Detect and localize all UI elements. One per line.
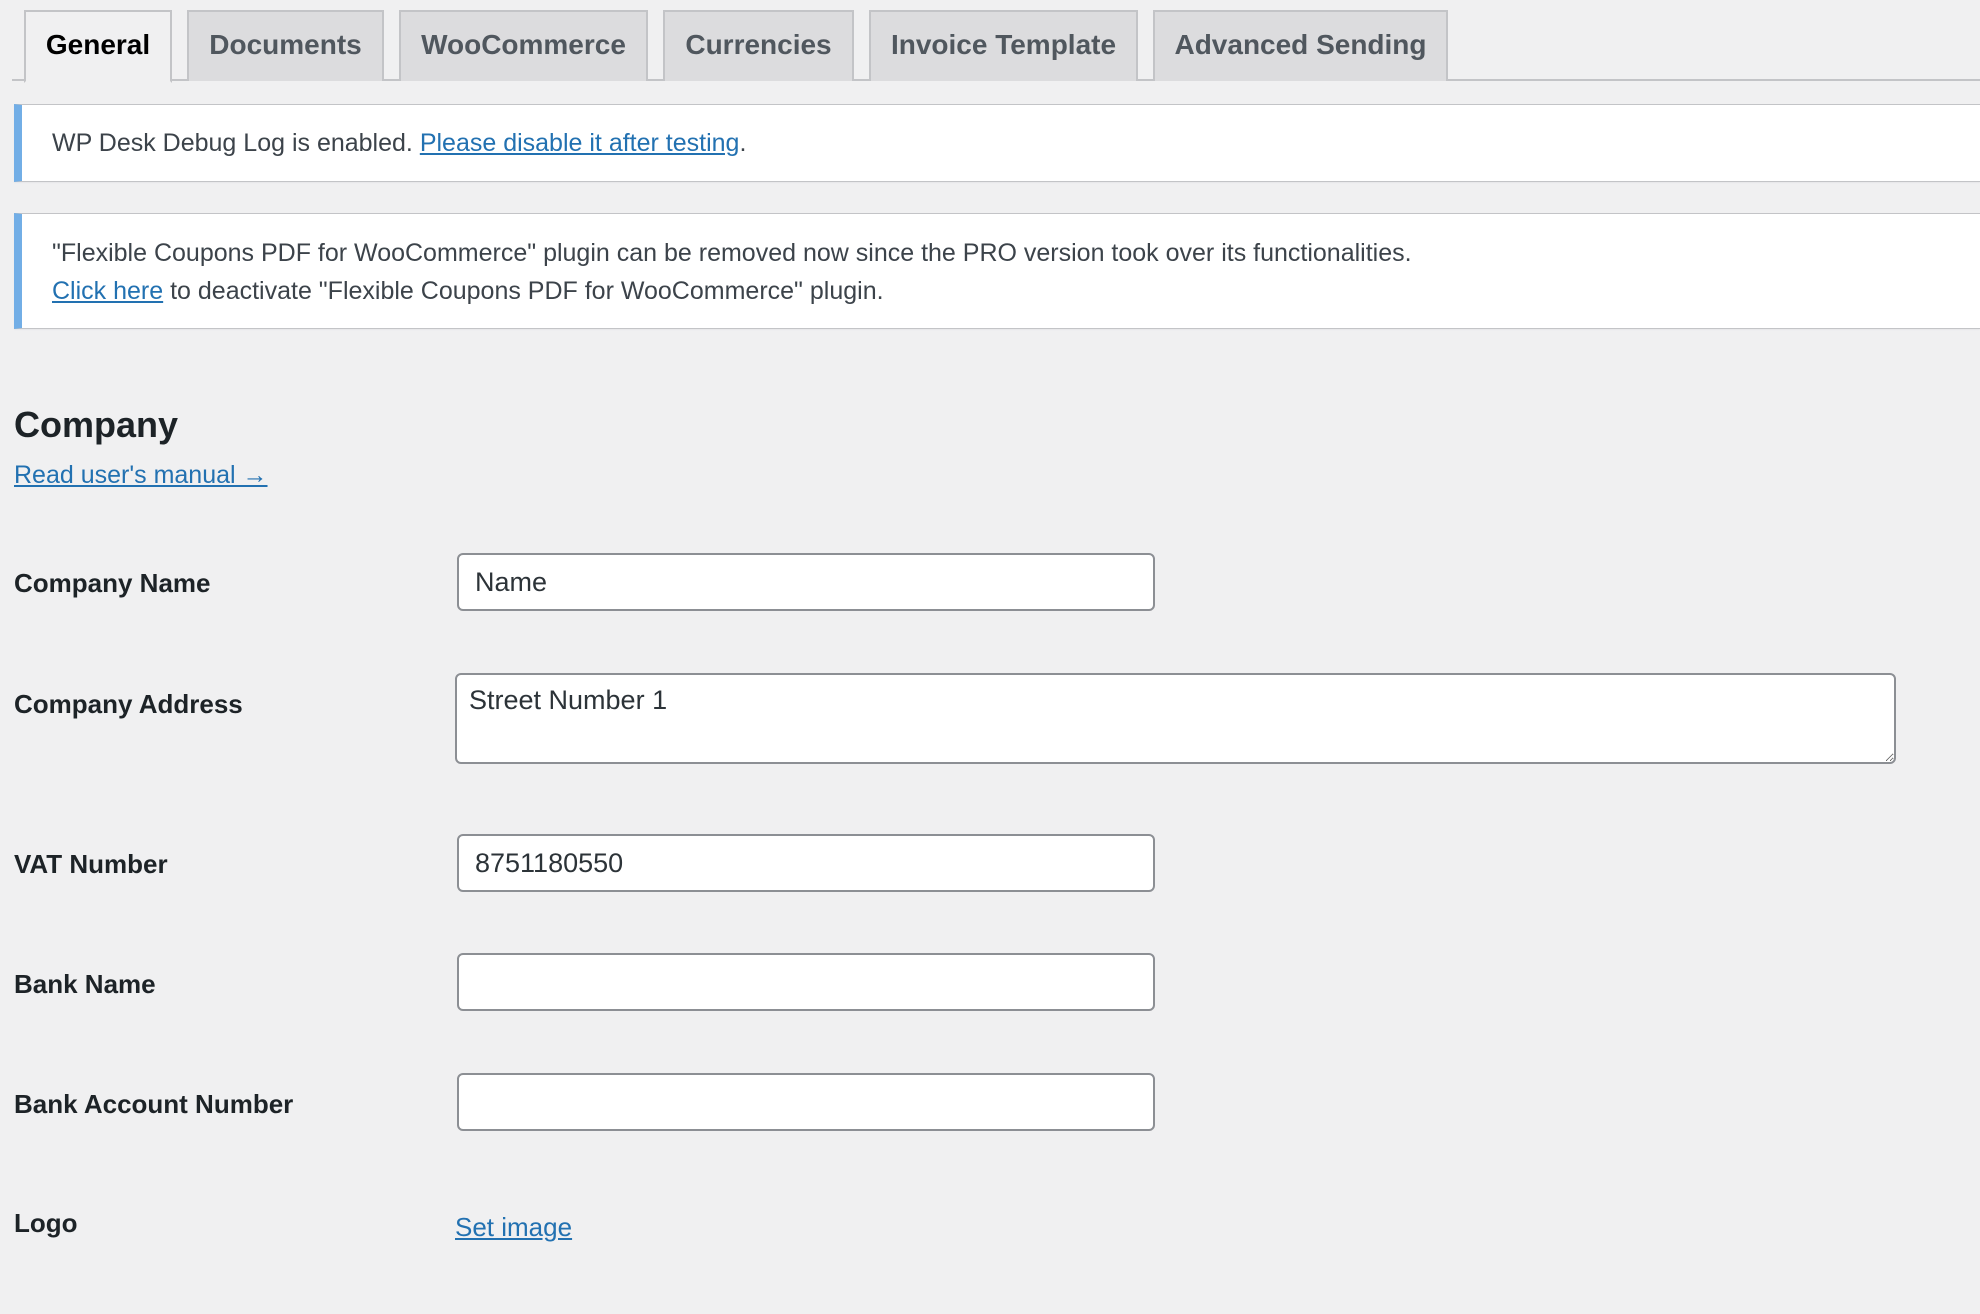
company-address-label: Company Address bbox=[14, 689, 243, 719]
section-title: Company bbox=[14, 404, 179, 445]
logo-label: Logo bbox=[14, 1208, 78, 1238]
plugin-notice-line2-text: to deactivate "Flexible Coupons PDF for … bbox=[163, 277, 884, 305]
vat-number-label: VAT Number bbox=[14, 849, 168, 879]
bank-name-label: Bank Name bbox=[14, 969, 156, 999]
tab-advanced-sending[interactable]: Advanced Sending bbox=[1153, 10, 1448, 81]
plugin-notice-line2: Click here to deactivate "Flexible Coupo… bbox=[52, 272, 1980, 310]
bank-name-input[interactable] bbox=[457, 953, 1155, 1011]
debug-notice-suffix: . bbox=[739, 129, 747, 157]
company-address-textarea[interactable]: Street Number 1 bbox=[455, 673, 1896, 764]
tab-documents[interactable]: Documents bbox=[187, 10, 384, 81]
tab-invoice-template[interactable]: Invoice Template bbox=[869, 10, 1138, 81]
settings-tabs: General Documents WooCommerce Currencies… bbox=[12, 0, 1980, 83]
tab-currencies[interactable]: Currencies bbox=[663, 10, 854, 81]
bank-account-number-input[interactable] bbox=[457, 1073, 1155, 1131]
plugin-notice-line1: "Flexible Coupons PDF for WooCommerce" p… bbox=[52, 239, 1412, 267]
deactivate-plugin-link[interactable]: Click here bbox=[52, 277, 163, 305]
company-name-label: Company Name bbox=[14, 568, 211, 598]
bank-account-number-label: Bank Account Number bbox=[14, 1089, 294, 1119]
users-manual-link[interactable]: Read user's manual → bbox=[14, 458, 268, 492]
company-name-input[interactable] bbox=[457, 553, 1155, 611]
vat-number-input[interactable] bbox=[457, 834, 1155, 892]
disable-debug-link[interactable]: Please disable it after testing bbox=[420, 129, 740, 157]
set-image-link[interactable]: Set image bbox=[455, 1210, 572, 1244]
tab-woocommerce[interactable]: WooCommerce bbox=[399, 10, 648, 81]
plugin-replaced-notice: "Flexible Coupons PDF for WooCommerce" p… bbox=[14, 213, 1980, 329]
tab-general[interactable]: General bbox=[24, 10, 172, 83]
debug-log-notice: WP Desk Debug Log is enabled. Please dis… bbox=[14, 104, 1980, 182]
debug-notice-text: WP Desk Debug Log is enabled. bbox=[52, 129, 420, 157]
